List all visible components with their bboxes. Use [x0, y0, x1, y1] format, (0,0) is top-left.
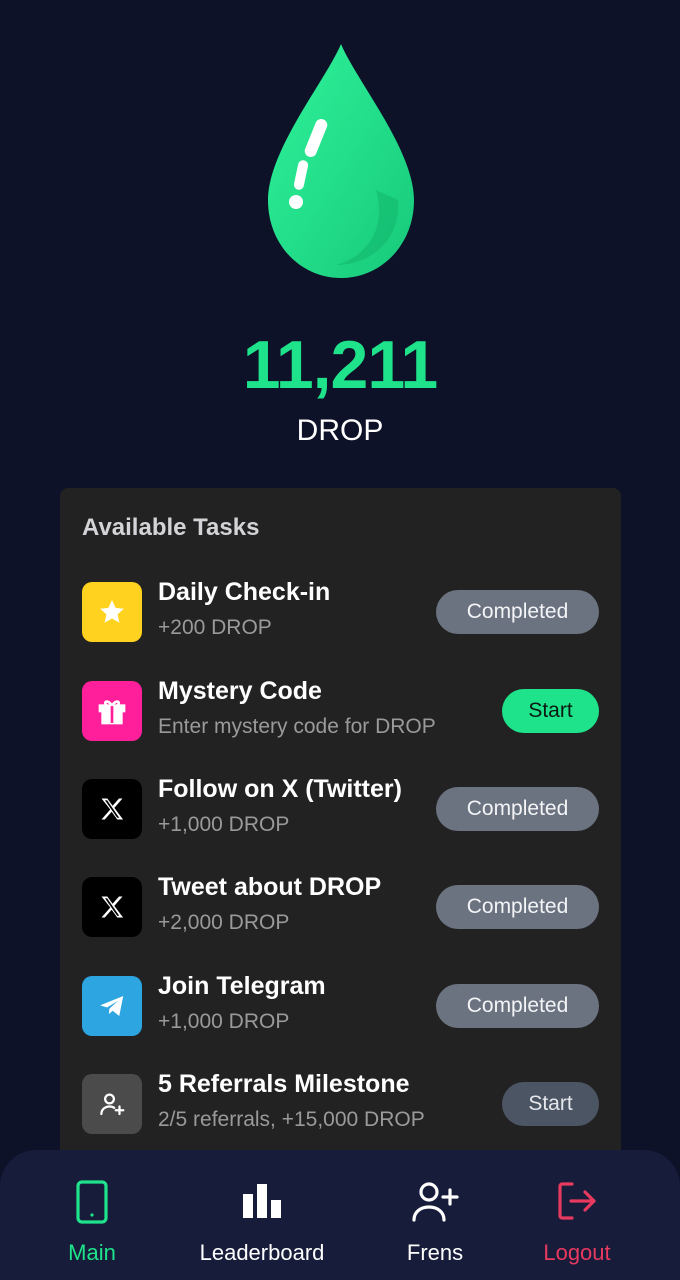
x-logo-icon	[82, 779, 142, 839]
task-tweet-about-drop: Tweet about DROP +2,000 DROP Completed	[82, 873, 599, 941]
nav-label: Logout	[543, 1240, 611, 1265]
add-user-icon	[82, 1074, 142, 1134]
balance-amount: 11,211	[242, 327, 438, 403]
task-join-telegram: Join Telegram +1,000 DROP Completed	[82, 972, 599, 1040]
task-name: Join Telegram	[158, 972, 326, 1000]
start-button[interactable]: Start	[502, 1082, 599, 1126]
task-name: 5 Referrals Milestone	[158, 1070, 410, 1098]
nav-label: Leaderboard	[199, 1240, 325, 1265]
task-progress: 2/5 referrals, +15,000 DROP	[158, 1108, 425, 1131]
task-daily-check-in: Daily Check-in +200 DROP Completed	[82, 578, 599, 646]
task-reward: +2,000 DROP	[158, 911, 290, 934]
phone-icon	[76, 1180, 108, 1224]
bottom-nav: Main Leaderboard Frens Logout	[0, 1150, 680, 1280]
completed-button[interactable]: Completed	[436, 787, 599, 831]
nav-label: Main	[68, 1240, 116, 1265]
task-name: Mystery Code	[158, 677, 322, 705]
task-name: Daily Check-in	[158, 578, 331, 606]
gift-icon	[82, 681, 142, 741]
hero: 11,211 DROP	[0, 0, 680, 470]
add-user-icon	[412, 1182, 459, 1222]
task-follow-x: Follow on X (Twitter) +1,000 DROP Comple…	[82, 775, 599, 843]
task-name: Follow on X (Twitter)	[158, 775, 402, 803]
start-button[interactable]: Start	[502, 689, 599, 733]
star-icon	[82, 582, 142, 642]
nav-label: Frens	[406, 1240, 464, 1265]
nav-item-main[interactable]: Main	[42, 1150, 142, 1280]
nav-item-frens[interactable]: Frens	[390, 1150, 480, 1280]
tasks-card: Available Tasks Daily Check-in +200 DROP…	[60, 488, 621, 1188]
completed-button[interactable]: Completed	[436, 885, 599, 929]
task-description: Enter mystery code for DROP	[158, 715, 436, 738]
x-logo-icon	[82, 877, 142, 937]
completed-button[interactable]: Completed	[436, 590, 599, 634]
balance-unit: DROP	[296, 414, 384, 447]
task-name: Tweet about DROP	[158, 873, 382, 901]
task-reward: +1,000 DROP	[158, 1010, 290, 1033]
telegram-icon	[82, 976, 142, 1036]
logout-icon	[558, 1182, 596, 1220]
task-reward: +200 DROP	[158, 616, 272, 639]
task-reward: +1,000 DROP	[158, 813, 290, 836]
task-mystery-code: Mystery Code Enter mystery code for DROP…	[82, 677, 599, 745]
leaderboard-icon	[243, 1184, 281, 1218]
completed-button[interactable]: Completed	[436, 984, 599, 1028]
nav-item-leaderboard[interactable]: Leaderboard	[186, 1150, 338, 1280]
drop-logo-icon	[268, 44, 414, 278]
tasks-title: Available Tasks	[82, 514, 260, 541]
task-referrals-milestone: 5 Referrals Milestone 2/5 referrals, +15…	[82, 1070, 599, 1138]
nav-item-logout[interactable]: Logout	[528, 1150, 626, 1280]
